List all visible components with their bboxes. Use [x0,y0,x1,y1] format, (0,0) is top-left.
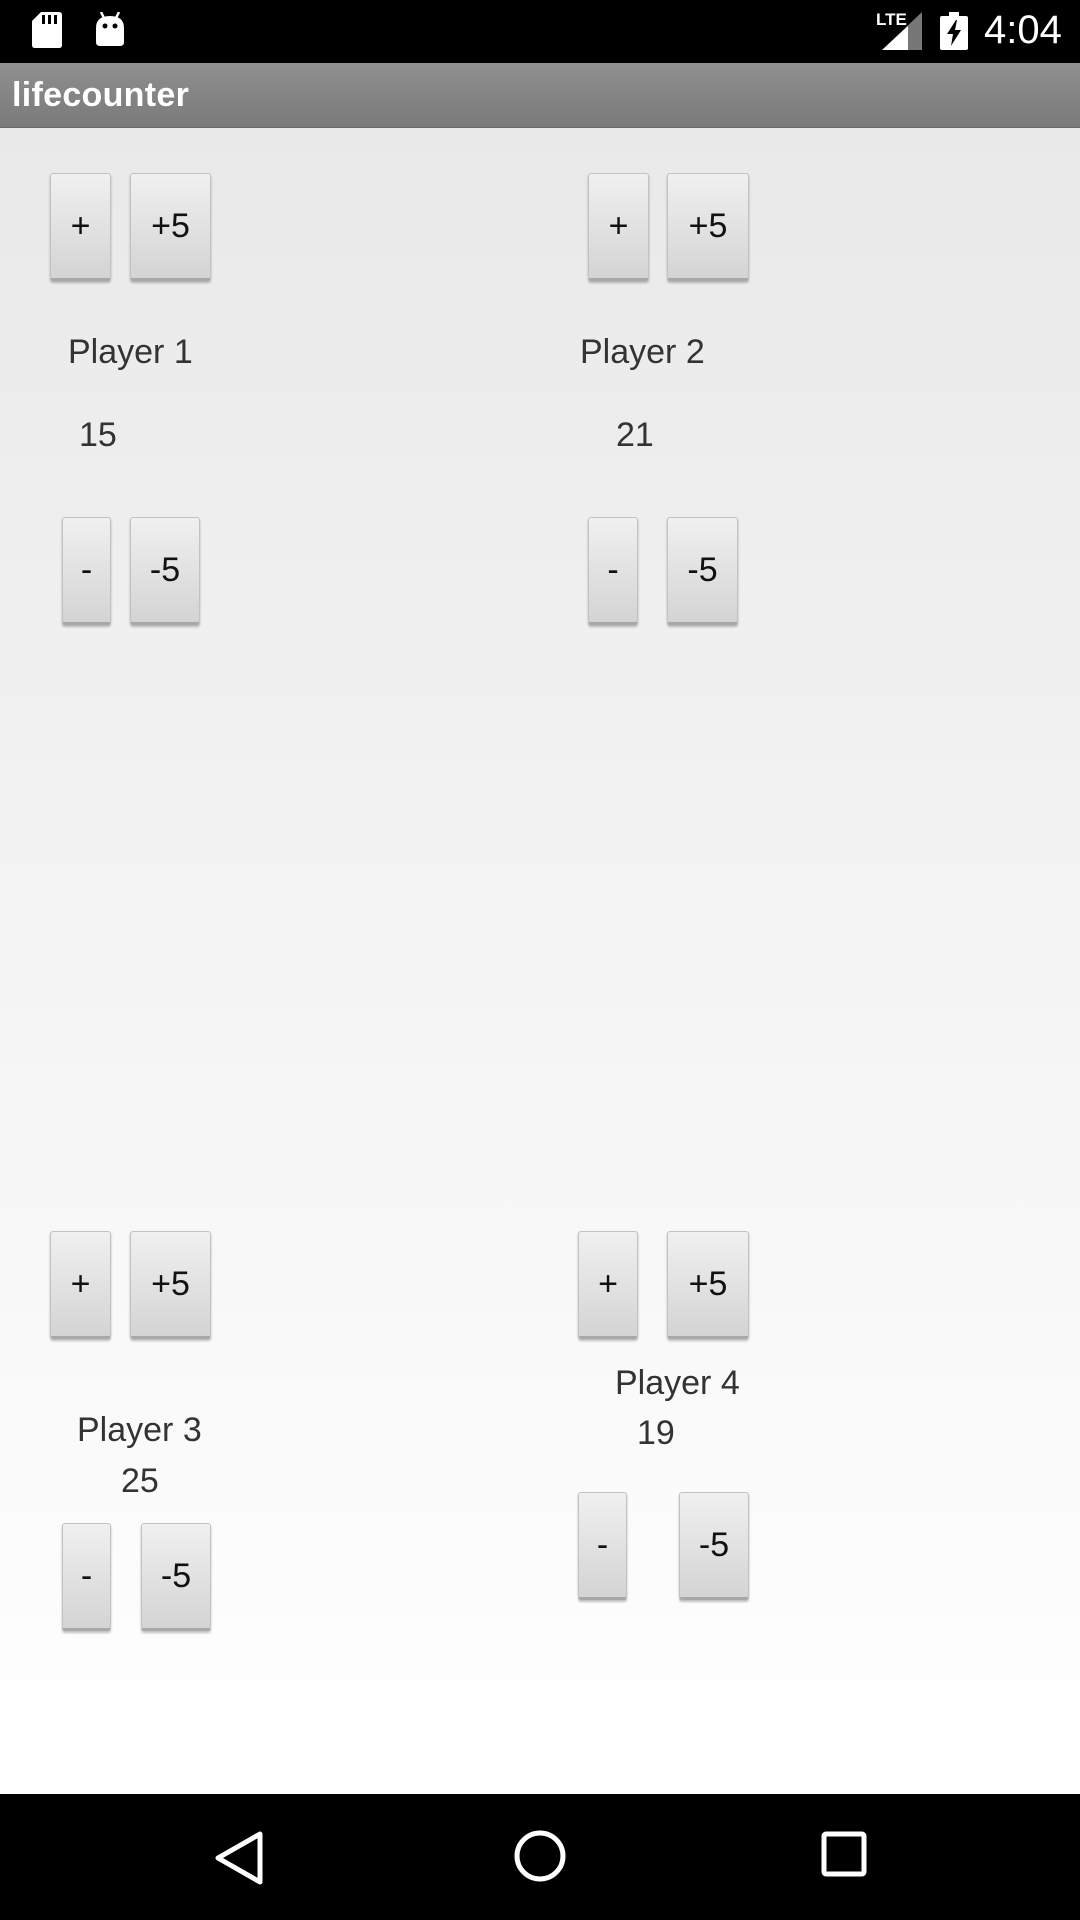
player-4-name: Player 4 [615,1364,740,1402]
battery-charging-icon [940,12,968,50]
player-3-name: Player 3 [77,1411,202,1449]
player-1-name: Player 1 [68,333,193,371]
action-bar: lifecounter [0,63,1080,128]
player-2-minus5-button[interactable]: -5 [667,517,738,625]
player-3-plus5-button[interactable]: +5 [130,1231,211,1339]
app-title: lifecounter [12,76,190,114]
player-4-plus5-button[interactable]: +5 [667,1231,749,1339]
android-debug-icon [96,12,124,46]
player-2-life: 21 [616,416,654,454]
player-2-plus5-button[interactable]: +5 [667,173,749,281]
player-2-minus-button[interactable]: - [588,517,638,625]
player-3-life: 25 [121,1462,159,1500]
player-3-plus-button[interactable]: + [50,1231,111,1339]
player-4-minus-button[interactable]: - [578,1492,627,1600]
recents-icon[interactable] [820,1830,868,1878]
player-1-minus-button[interactable]: - [62,517,111,625]
player-3-minus5-button[interactable]: -5 [141,1523,211,1631]
status-clock: 4:04 [984,8,1062,52]
player-2-name: Player 2 [580,333,705,371]
signal-icon [882,12,922,50]
player-1-plus5-button[interactable]: +5 [130,173,211,281]
back-icon[interactable] [212,1830,264,1886]
home-icon[interactable] [512,1828,568,1884]
counter-area: + +5 Player 1 15 - -5 + +5 Player 2 21 -… [0,128,1080,1794]
status-bar: LTE 4:04 [0,0,1080,63]
player-1-life: 15 [79,416,117,454]
player-4-minus5-button[interactable]: -5 [679,1492,749,1600]
player-3-minus-button[interactable]: - [62,1523,111,1631]
player-1-minus5-button[interactable]: -5 [130,517,200,625]
sd-card-icon [32,12,62,48]
player-1-plus-button[interactable]: + [50,173,111,281]
player-4-plus-button[interactable]: + [578,1231,638,1339]
navigation-bar [0,1794,1080,1920]
player-4-life: 19 [637,1414,675,1452]
player-2-plus-button[interactable]: + [588,173,649,281]
